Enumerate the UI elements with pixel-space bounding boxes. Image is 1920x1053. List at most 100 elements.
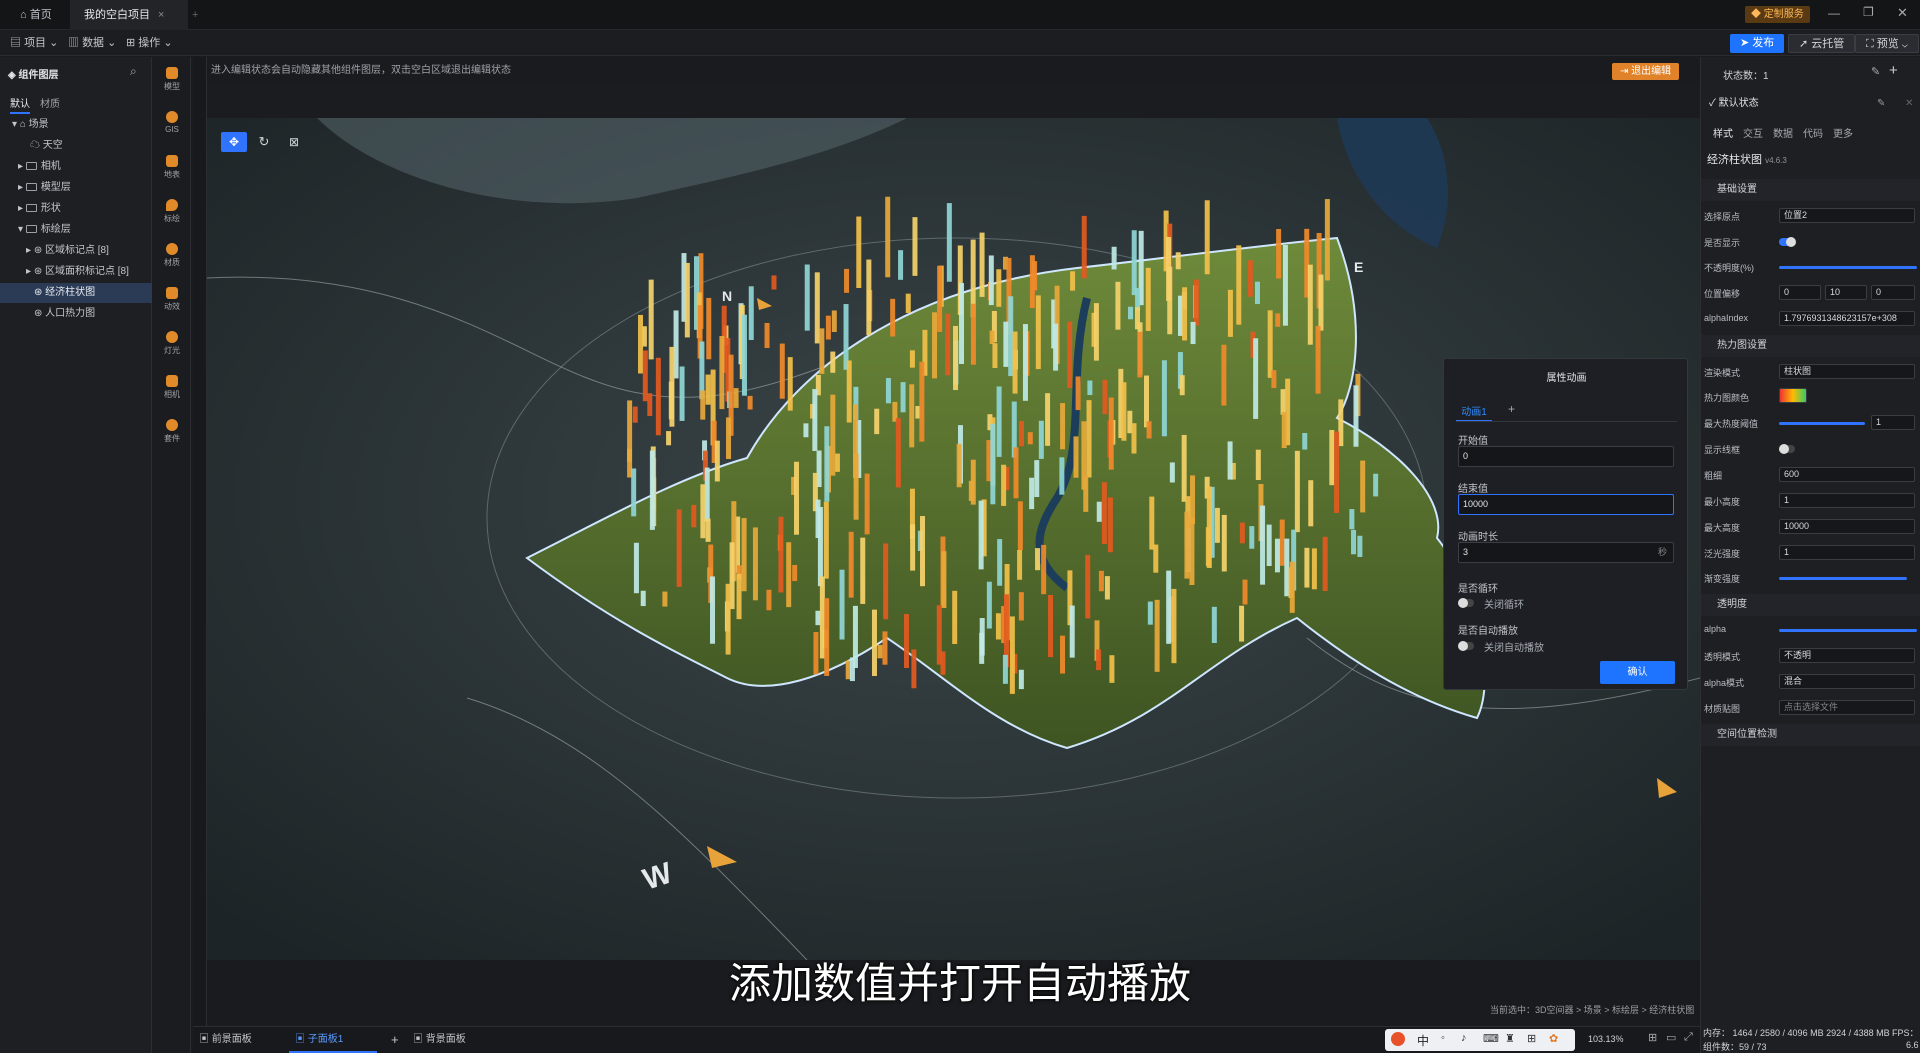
menu-data[interactable]: ▥ 数据 ⌄ xyxy=(68,30,116,56)
default-state-row[interactable]: ✓ 默认状态 ✎ ✕ xyxy=(1709,94,1917,114)
tree-item-camera[interactable]: ▸ 相机 xyxy=(0,157,152,177)
minimize-icon[interactable]: — xyxy=(1828,6,1840,20)
space-detect-section[interactable]: 空间位置检测 xyxy=(1701,724,1920,746)
shirt-icon[interactable]: ♜ xyxy=(1505,1032,1515,1045)
tab-home-label: 首页 xyxy=(29,9,52,21)
tree-item-shape[interactable]: ▸ 形状 xyxy=(0,199,152,219)
gradient-slider[interactable] xyxy=(1779,577,1907,580)
add-animation-button[interactable]: + xyxy=(1508,402,1515,416)
tree-item-area-marker[interactable]: ▸ ⊛ 区域面积标记点 [8] xyxy=(0,262,152,282)
end-value-input[interactable]: 10000 xyxy=(1458,494,1674,515)
alpha-mode-select[interactable]: 混合 xyxy=(1779,674,1915,689)
texture-file-select[interactable]: 点击选择文件 xyxy=(1779,700,1915,715)
duration-input[interactable]: 3秒 xyxy=(1458,542,1674,563)
tree-item-region-marker[interactable]: ▸ ⊛ 区域标记点 [8] xyxy=(0,241,152,261)
menu-project[interactable]: ▤ 项目 ⌄ xyxy=(10,30,58,56)
punctuation-icon[interactable]: ◦ xyxy=(1441,1032,1445,1044)
zoom-level[interactable]: 103.13% xyxy=(1588,1034,1624,1044)
menu-operate[interactable]: ⊞ 操作 ⌄ xyxy=(126,30,173,56)
tree-item-economic-bar[interactable]: ⊛ 经济柱状图 xyxy=(0,283,152,303)
close-icon[interactable]: × xyxy=(158,9,164,21)
tab-material[interactable]: 材质 xyxy=(40,95,60,110)
strip-material[interactable]: 材质 xyxy=(153,243,191,268)
tab-interaction[interactable]: 交互 xyxy=(1743,125,1763,140)
edit-icon[interactable]: ✎ xyxy=(1871,65,1880,78)
alpha-slider[interactable] xyxy=(1779,629,1917,632)
rotate-tool-icon[interactable]: ↻ xyxy=(251,132,277,152)
tab-code[interactable]: 代码 xyxy=(1803,125,1823,140)
tree-item-plot[interactable]: ▾ 标绘层 xyxy=(0,220,152,240)
strip-light[interactable]: 灯光 xyxy=(153,331,191,356)
tab-front-panel[interactable]: ▣ 前景面板 xyxy=(193,1027,281,1053)
scale-tool-icon[interactable]: ⊠ xyxy=(281,132,307,152)
custom-service-button[interactable]: ◆ 定制服务 xyxy=(1745,6,1810,23)
tab-sub-panel[interactable]: ▣ 子面板1 xyxy=(289,1027,377,1053)
window-close-icon[interactable]: ✕ xyxy=(1897,5,1908,21)
start-value-input[interactable]: 0 xyxy=(1458,446,1674,467)
glow-input[interactable]: 1 xyxy=(1779,545,1915,560)
cloud-button[interactable]: ➚ 云托管 xyxy=(1788,34,1856,53)
strip-model[interactable]: 模型 xyxy=(153,67,191,92)
screen-icon[interactable]: ▭ xyxy=(1666,1031,1676,1044)
offset-z-input[interactable]: 0 xyxy=(1871,285,1915,300)
tree-label: 经济柱状图 xyxy=(45,287,96,298)
render-mode-select[interactable]: 柱状图 xyxy=(1779,364,1915,379)
move-tool-icon[interactable]: ✥ xyxy=(221,132,247,152)
basic-section[interactable]: 基础设置 xyxy=(1701,179,1920,201)
tab-back-panel[interactable]: ▣ 背景面板 xyxy=(407,1027,495,1053)
min-height-input[interactable]: 1 xyxy=(1779,493,1915,508)
tab-home[interactable]: ⌂ 首页 xyxy=(6,0,66,30)
autoplay-toggle[interactable] xyxy=(1458,641,1474,651)
tree-item-scene[interactable]: ▾ ⌂ 场景 xyxy=(0,115,152,135)
offset-x-input[interactable]: 0 xyxy=(1779,285,1821,300)
tree-item-sky[interactable]: ☁ 天空 xyxy=(0,136,152,156)
max-heat-slider[interactable] xyxy=(1779,422,1865,425)
max-heat-input[interactable]: 1 xyxy=(1871,415,1915,430)
add-state-icon[interactable]: + xyxy=(1889,62,1898,79)
publish-button[interactable]: ➤ 发布 xyxy=(1730,34,1785,53)
max-height-input[interactable]: 10000 xyxy=(1779,519,1915,534)
opacity-slider[interactable] xyxy=(1779,266,1917,269)
alpha-index-input[interactable]: 1.7976931348623157e+308 xyxy=(1779,311,1915,326)
transparency-section[interactable]: 透明度 xyxy=(1701,594,1920,616)
strip-kit[interactable]: 套件 xyxy=(153,419,191,444)
origin-select[interactable]: 位置2 xyxy=(1779,208,1915,223)
restore-icon[interactable]: ❐ xyxy=(1863,5,1874,19)
add-tab-button[interactable]: + xyxy=(178,0,212,30)
heat-color-picker[interactable] xyxy=(1779,388,1807,403)
fit-icon[interactable]: ⊞ xyxy=(1648,1031,1657,1044)
tab-data[interactable]: 数据 xyxy=(1773,125,1793,140)
animation-tab[interactable]: 动画1 xyxy=(1456,403,1492,422)
strip-plot[interactable]: 标绘 xyxy=(153,199,191,224)
tree-item-model[interactable]: ▸ 模型层 xyxy=(0,178,152,198)
apps-icon[interactable]: ⊞ xyxy=(1527,1032,1536,1045)
tab-style[interactable]: 样式 xyxy=(1713,125,1733,140)
mic-icon[interactable]: ♪ xyxy=(1461,1032,1467,1044)
tree-item-population-heat[interactable]: ⊛ 人口热力图 xyxy=(0,304,152,324)
heat-section[interactable]: 热力图设置 xyxy=(1701,335,1920,357)
pencil-icon[interactable]: ✎ xyxy=(1877,94,1885,114)
strip-effect[interactable]: 动效 xyxy=(153,287,191,312)
loop-toggle[interactable] xyxy=(1458,598,1474,608)
tab-project[interactable]: 我的空白项目 × xyxy=(70,0,188,30)
visible-toggle[interactable] xyxy=(1779,237,1796,247)
offset-y-input[interactable]: 10 xyxy=(1825,285,1867,300)
search-icon[interactable]: ⌕ xyxy=(130,64,137,79)
keyboard-icon[interactable]: ⌨ xyxy=(1483,1032,1499,1045)
expand-icon[interactable]: ⤢ xyxy=(1684,1031,1693,1044)
tab-default[interactable]: 默认 xyxy=(10,95,30,114)
strip-camera[interactable]: 相机 xyxy=(153,375,191,400)
strip-surface[interactable]: 地表 xyxy=(153,155,191,180)
ime-mode[interactable]: 中 xyxy=(1417,1032,1429,1049)
show-wire-toggle[interactable] xyxy=(1779,444,1795,454)
toolbox-icon[interactable]: ✿ xyxy=(1549,1032,1558,1045)
preview-button[interactable]: ⛶ 预览 ⌄ xyxy=(1855,34,1919,53)
tab-more[interactable]: 更多 xyxy=(1833,125,1853,140)
confirm-button[interactable]: 确认 xyxy=(1600,661,1675,684)
thickness-input[interactable]: 600 xyxy=(1779,467,1915,482)
add-panel-button[interactable]: + xyxy=(385,1027,399,1053)
exit-edit-button[interactable]: ⇥ 退出编辑 xyxy=(1612,63,1680,80)
strip-gis[interactable]: GIS xyxy=(153,111,191,134)
delete-icon[interactable]: ✕ xyxy=(1905,94,1913,114)
trans-mode-select[interactable]: 不透明 xyxy=(1779,648,1915,663)
